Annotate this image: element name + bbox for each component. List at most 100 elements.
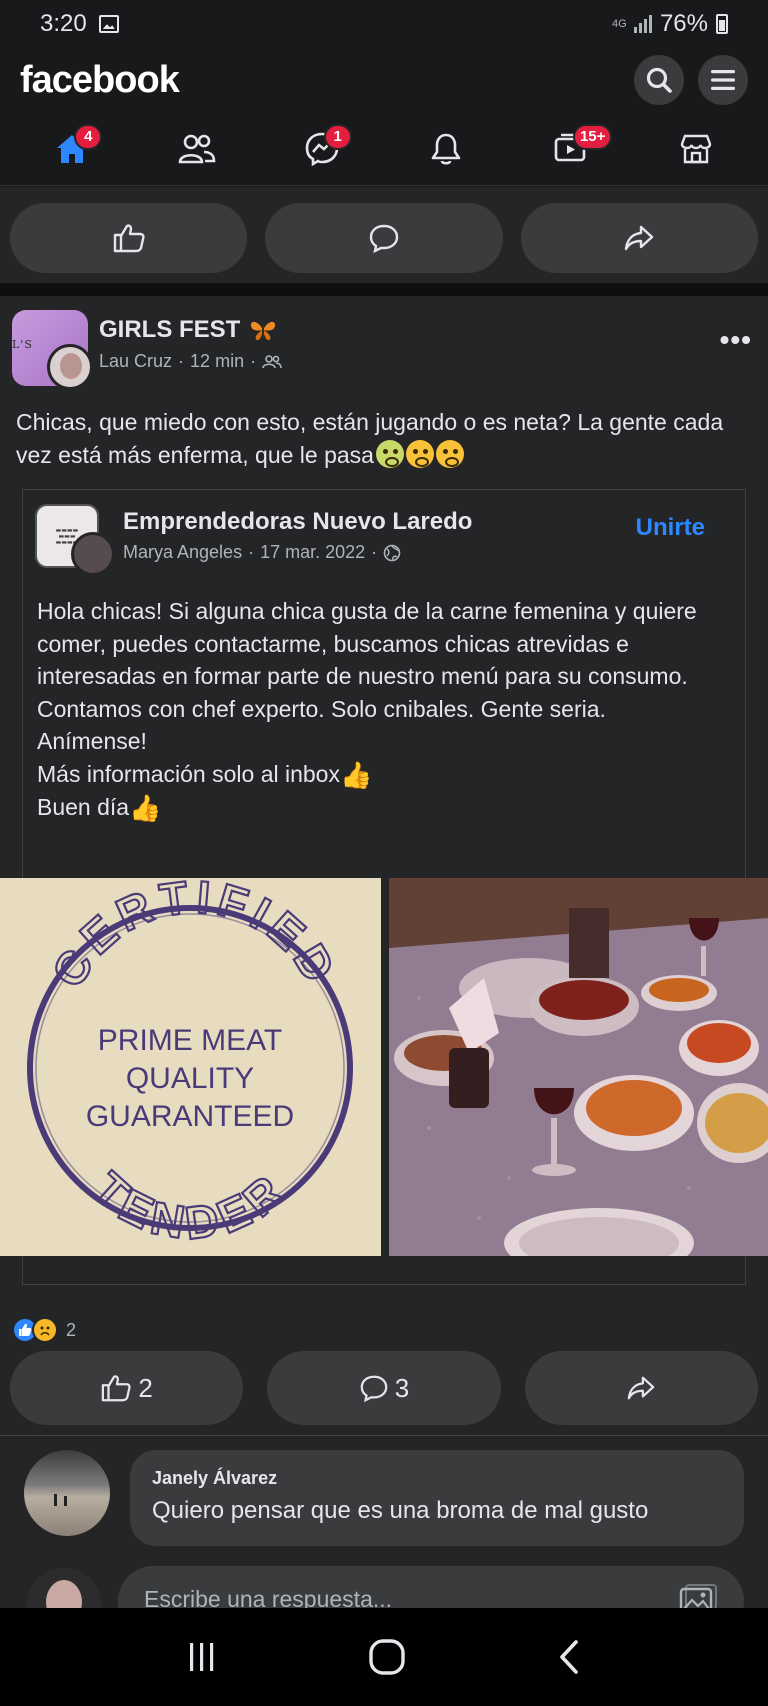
like-icon: [102, 1375, 132, 1402]
group-name[interactable]: GIRLS FEST: [99, 316, 278, 344]
network-type: 4G: [611, 18, 627, 30]
shared-post-text: Hola chicas! Si alguna chica gusta de la…: [37, 595, 737, 825]
svg-text:CERTIFIED: CERTIFIED: [42, 878, 349, 996]
reply-placeholder: Escribe una respuesta...: [144, 1586, 393, 1608]
tab-friends[interactable]: [167, 124, 227, 174]
like-count: 2: [138, 1372, 153, 1403]
stamp-graphic: CERTIFIED PRIME MEAT QUALITY GUARANTEED …: [27, 878, 353, 1250]
like-button[interactable]: [10, 203, 248, 273]
facebook-logo[interactable]: facebook: [20, 59, 180, 102]
comment-icon: [360, 1375, 388, 1403]
tab-messenger[interactable]: 1: [292, 123, 352, 174]
feed-post: L'S GIRLS FEST Lau Cruz · 12 min · ••• C…: [0, 296, 768, 1435]
thumbs-up-emoji-icon: 👍: [339, 759, 373, 790]
dinner-table-graphic: [389, 878, 768, 1256]
comment-icon: [369, 224, 399, 254]
search-icon: [646, 67, 672, 93]
shared-card-bottom-border: [22, 1284, 746, 1285]
join-group-button[interactable]: Unirte: [636, 514, 705, 542]
app-header: facebook: [0, 48, 768, 112]
nauseated-emoji-icon: [375, 440, 404, 468]
dinner-table-image[interactable]: [389, 878, 768, 1256]
comment-button[interactable]: [265, 203, 503, 273]
previous-post-actions: [0, 187, 768, 283]
author-avatar[interactable]: [47, 344, 93, 390]
group-audience-icon: [262, 354, 282, 368]
comment-button[interactable]: 3: [267, 1351, 501, 1425]
gallery-notification-icon: [98, 15, 119, 33]
reaction-count: 2: [66, 1319, 77, 1340]
meta-dot: ·: [250, 351, 257, 371]
comments-section: Janely Álvarez Quiero pensar que es una …: [0, 1436, 768, 1608]
group-name-text: GIRLS FEST: [99, 316, 241, 343]
reply-input[interactable]: Escribe una respuesta...: [118, 1566, 744, 1608]
reaction-summary[interactable]: 2: [12, 1317, 76, 1343]
main-tabs: 4 1 15+: [0, 112, 768, 186]
stamp-top-text: CERTIFIED: [41, 878, 344, 997]
home-button-icon[interactable]: [367, 1637, 407, 1677]
flushed-emoji-icon: [435, 440, 464, 468]
status-bar: 3:20 4G 76%: [0, 0, 768, 48]
post-text: Chicas, que miedo con esto, están jugand…: [16, 406, 746, 472]
messenger-badge: 1: [323, 123, 352, 150]
feed-separator: [0, 283, 768, 296]
stamp-line3: GUARANTEED: [86, 1100, 294, 1133]
marketplace-icon: [680, 134, 711, 163]
meta-dot: ·: [248, 542, 255, 562]
tab-marketplace[interactable]: [666, 124, 726, 174]
comment-bubble[interactable]: Janely Álvarez Quiero pensar que es una …: [130, 1450, 744, 1546]
post-meta: Lau Cruz · 12 min ·: [99, 351, 282, 372]
share-icon: [628, 1376, 655, 1400]
stamp-line1: PRIME MEAT: [98, 1024, 282, 1057]
author-name[interactable]: Lau Cruz: [99, 351, 172, 372]
commenter-avatar[interactable]: [24, 1450, 110, 1536]
post-actions: 2 3: [10, 1351, 758, 1427]
android-navigation-bar: [0, 1608, 768, 1706]
watch-badge: 15+: [572, 123, 613, 150]
tab-notifications[interactable]: [416, 124, 476, 174]
back-icon[interactable]: [554, 1639, 584, 1675]
comment-text: Quiero pensar que es una broma de mal gu…: [152, 1497, 649, 1524]
shared-post-meta: Marya Angeles · 17 mar. 2022 ·: [123, 542, 401, 563]
current-user-avatar: [26, 1568, 102, 1608]
post-text-body: Chicas, que miedo con esto, están jugand…: [16, 409, 724, 468]
photo-icon[interactable]: [678, 1584, 718, 1608]
commenter-name[interactable]: Janely Álvarez: [152, 1468, 722, 1489]
share-button[interactable]: [524, 1351, 758, 1425]
bell-icon: [431, 133, 461, 165]
stamp-line2: QUALITY: [126, 1062, 254, 1095]
share-icon: [625, 225, 654, 251]
battery-percent: 76%: [659, 10, 708, 37]
like-button[interactable]: 2: [10, 1351, 244, 1425]
shared-author-name[interactable]: Marya Angeles: [123, 542, 242, 563]
hamburger-icon: [711, 70, 735, 90]
certified-meat-stamp-image[interactable]: CERTIFIED PRIME MEAT QUALITY GUARANTEED …: [0, 878, 381, 1256]
sad-reaction-icon: [32, 1317, 58, 1343]
like-icon: [113, 224, 145, 253]
tab-home[interactable]: 4: [42, 123, 103, 174]
group-avatar-text: L'S: [12, 338, 33, 351]
friends-icon: [178, 134, 216, 163]
thumbs-up-emoji-icon: 👍: [129, 793, 162, 823]
shared-group-name[interactable]: Emprendedoras Nuevo Laredo: [123, 508, 472, 536]
battery-icon: [716, 14, 728, 34]
status-time: 3:20: [40, 10, 87, 37]
shared-post-date[interactable]: 17 mar. 2022: [260, 542, 365, 563]
shared-author-avatar[interactable]: [71, 532, 115, 576]
share-button[interactable]: [520, 203, 758, 273]
flushed-emoji-icon: [405, 440, 434, 468]
globe-icon: [383, 544, 401, 561]
post-time[interactable]: 12 min: [190, 351, 244, 372]
post-images: CERTIFIED PRIME MEAT QUALITY GUARANTEED …: [0, 878, 768, 1256]
recent-apps-icon[interactable]: [184, 1641, 220, 1673]
svg-text:TENDER: TENDER: [83, 1162, 296, 1250]
search-button[interactable]: [634, 55, 684, 105]
comment-count: 3: [394, 1372, 410, 1403]
menu-button[interactable]: [698, 55, 748, 105]
tab-watch[interactable]: 15+: [541, 123, 613, 174]
more-options-icon[interactable]: •••: [720, 324, 752, 356]
butterfly-icon: [251, 321, 276, 341]
signal-icon: [633, 15, 652, 33]
stamp-bottom-text: TENDER: [82, 1160, 291, 1250]
shared-text-end: Buen día: [37, 794, 130, 820]
